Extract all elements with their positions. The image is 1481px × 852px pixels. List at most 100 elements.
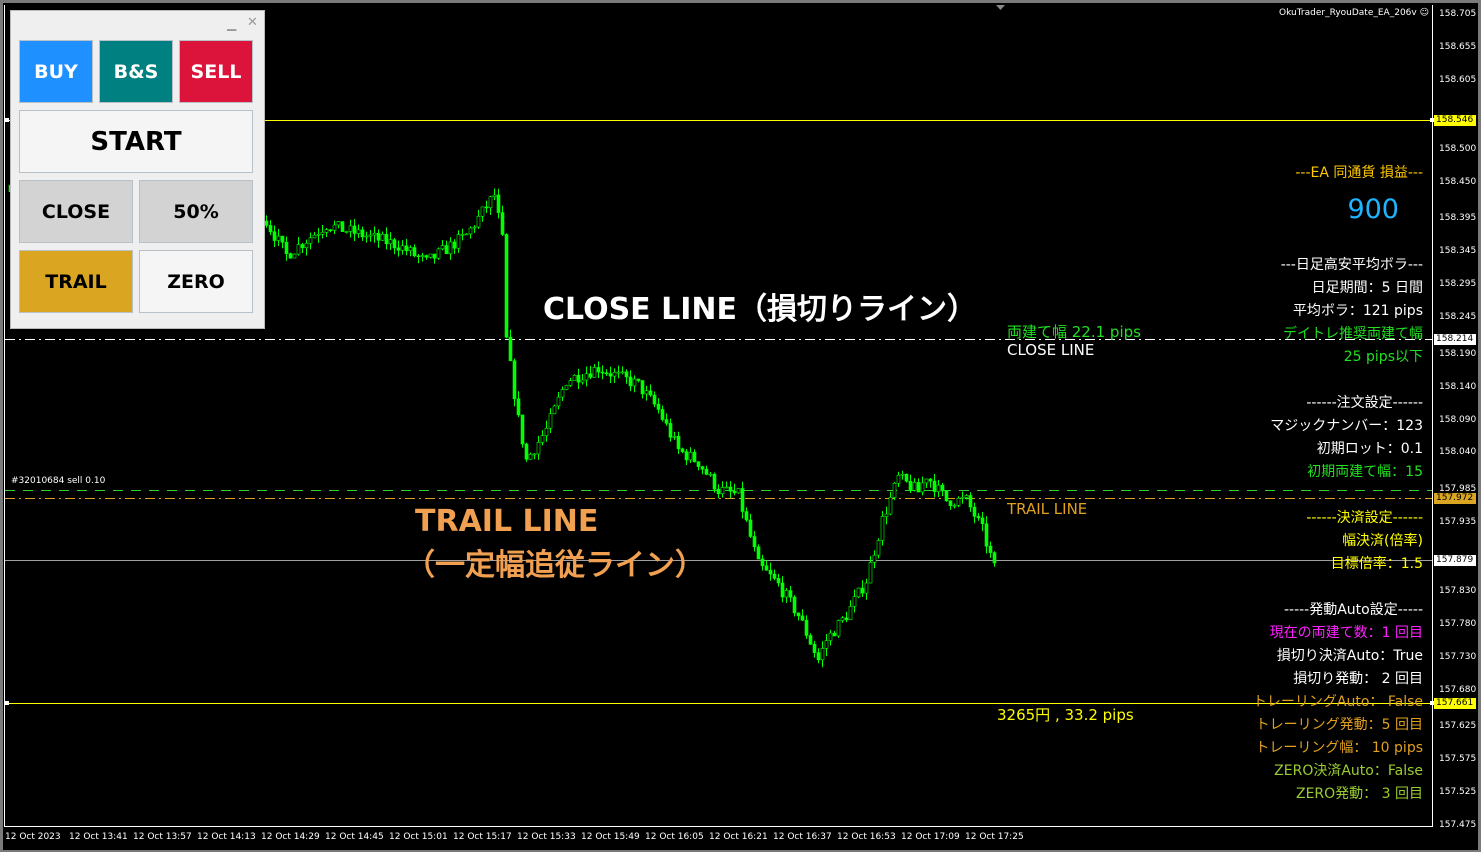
candle bbox=[488, 196, 493, 209]
info-line: 初期両建て幅：15 bbox=[1307, 464, 1423, 480]
price-tick: 157.625 bbox=[1439, 721, 1477, 732]
price-tick: 158.655 bbox=[1439, 41, 1477, 52]
bid-line-price-tag: 157.879 bbox=[1434, 554, 1476, 566]
candle bbox=[372, 232, 377, 236]
candle bbox=[668, 423, 673, 438]
candle bbox=[544, 427, 549, 436]
candle bbox=[960, 497, 965, 499]
candle bbox=[812, 644, 817, 653]
info-line: 25 pips以下 bbox=[1343, 349, 1423, 365]
candle bbox=[936, 484, 941, 492]
close-icon[interactable]: ✕ bbox=[247, 15, 258, 30]
candle bbox=[760, 558, 765, 567]
info-line: 損切り決済Auto：True bbox=[1276, 648, 1423, 664]
candle bbox=[768, 569, 773, 575]
upper-yellow-line-price-tag: 158.546 bbox=[1434, 114, 1476, 126]
candle bbox=[308, 237, 313, 244]
candle bbox=[856, 587, 861, 598]
candle bbox=[596, 367, 601, 373]
trail-button[interactable]: TRAIL bbox=[19, 250, 133, 313]
info-line: 900 bbox=[1347, 194, 1399, 225]
candle bbox=[848, 606, 853, 621]
candle bbox=[404, 245, 409, 252]
price-tick: 157.475 bbox=[1439, 820, 1477, 830]
minimize-icon[interactable]: ▁ bbox=[227, 17, 236, 31]
close-line-price-tag: 158.214 bbox=[1434, 333, 1476, 345]
zero-button[interactable]: ZERO bbox=[139, 250, 253, 313]
candle bbox=[868, 562, 873, 584]
start-button[interactable]: START bbox=[19, 110, 253, 173]
candle bbox=[624, 371, 629, 378]
candle bbox=[292, 253, 297, 259]
ea-name-label: OkuTrader_RyouDate_EA_206v ☺ bbox=[1279, 8, 1429, 18]
candle bbox=[616, 371, 621, 374]
candle bbox=[332, 224, 337, 231]
info-line: 目標倍率：1.5 bbox=[1330, 556, 1423, 572]
price-tick: 158.245 bbox=[1439, 312, 1477, 323]
sell-button[interactable]: SELL bbox=[179, 40, 253, 103]
time-tick: 12 Oct 13:41 bbox=[69, 832, 128, 842]
candle bbox=[360, 229, 365, 238]
candle bbox=[368, 234, 373, 237]
candle bbox=[376, 232, 381, 241]
price-tick: 158.705 bbox=[1439, 9, 1477, 19]
price-tick: 157.680 bbox=[1439, 684, 1477, 695]
buy-button[interactable]: BUY bbox=[19, 40, 93, 103]
info-line: 初期ロット：0.1 bbox=[1316, 441, 1423, 457]
candle bbox=[556, 396, 561, 407]
candle bbox=[860, 587, 865, 594]
line-handle[interactable] bbox=[5, 701, 9, 705]
candle bbox=[640, 380, 645, 395]
candle bbox=[888, 497, 893, 515]
50-button[interactable]: 50% bbox=[139, 180, 253, 243]
b-s-button[interactable]: B&S bbox=[99, 40, 173, 103]
time-tick: 12 Oct 15:17 bbox=[453, 832, 512, 842]
candle bbox=[840, 617, 845, 621]
trade-control-panel[interactable]: ▁ ✕ BUY B&S SELL START CLOSE 50% TRAIL ZERO bbox=[10, 10, 265, 329]
price-tick: 158.395 bbox=[1439, 213, 1477, 224]
time-tick: 12 Oct 17:09 bbox=[901, 832, 960, 842]
candle bbox=[756, 546, 761, 560]
candle bbox=[704, 468, 709, 475]
info-line: 現在の両建て数：1 回目 bbox=[1269, 625, 1423, 641]
candle bbox=[300, 244, 305, 249]
candle bbox=[672, 436, 677, 438]
candle bbox=[948, 500, 953, 506]
candle bbox=[480, 206, 485, 217]
candle bbox=[804, 619, 809, 636]
info-line: デイトレ推奨両建て幅 bbox=[1283, 326, 1423, 342]
candle bbox=[700, 466, 705, 470]
time-tick: 12 Oct 14:29 bbox=[261, 832, 320, 842]
candle bbox=[280, 235, 285, 243]
candle bbox=[896, 474, 901, 484]
candle bbox=[764, 565, 769, 571]
time-tick: 12 Oct 13:57 bbox=[133, 832, 192, 842]
candle bbox=[380, 234, 385, 241]
candle bbox=[348, 225, 353, 232]
price-tick: 158.450 bbox=[1439, 177, 1477, 188]
candle bbox=[392, 239, 397, 249]
close-button[interactable]: CLOSE bbox=[19, 180, 133, 243]
candle bbox=[496, 194, 501, 213]
candle bbox=[444, 245, 449, 255]
info-line: ------注文設定------ bbox=[1306, 395, 1423, 411]
candle bbox=[288, 253, 293, 259]
candle bbox=[828, 632, 833, 641]
candle bbox=[876, 540, 881, 556]
candle bbox=[484, 206, 489, 209]
candle bbox=[824, 640, 829, 649]
candle bbox=[628, 376, 633, 387]
close-line-label: CLOSE LINE bbox=[1007, 341, 1095, 359]
candle bbox=[652, 394, 657, 405]
line-handle[interactable] bbox=[5, 118, 9, 122]
candle bbox=[796, 612, 801, 617]
trail-line-annotation-sub: （一定幅追従ライン） bbox=[405, 548, 705, 583]
candle bbox=[784, 590, 789, 598]
info-line: ------決済設定------ bbox=[1306, 510, 1423, 526]
candle bbox=[708, 473, 713, 476]
candle bbox=[324, 229, 329, 233]
candle bbox=[916, 482, 921, 493]
candle bbox=[676, 436, 681, 450]
candle bbox=[584, 373, 589, 381]
chart-shift-marker-icon[interactable] bbox=[996, 5, 1005, 10]
